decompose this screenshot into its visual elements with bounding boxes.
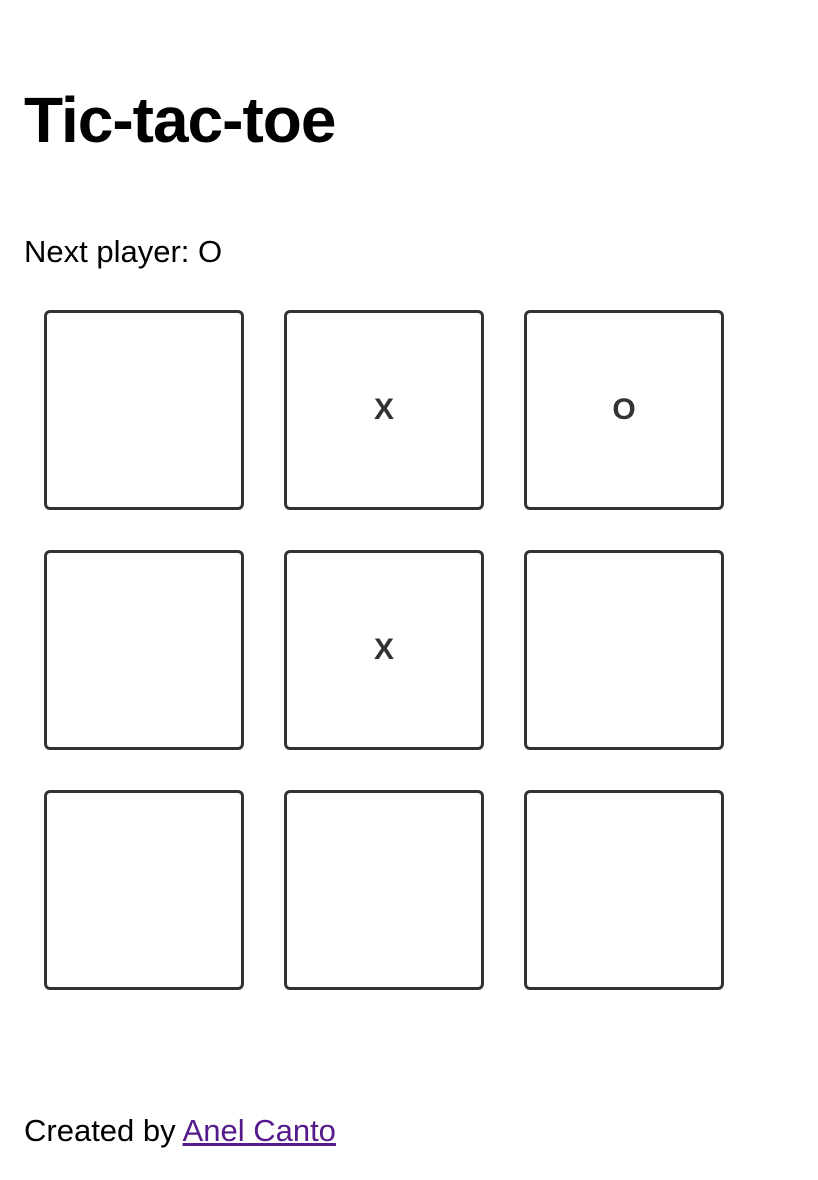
game-board: X O X [44, 310, 724, 990]
board-square-3[interactable]: O [524, 310, 724, 510]
board-square-4[interactable] [44, 550, 244, 750]
board-square-8[interactable] [284, 790, 484, 990]
author-link[interactable]: Anel Canto [183, 1113, 336, 1148]
status-text: Next player: O [24, 234, 223, 269]
board-square-9[interactable] [524, 790, 724, 990]
board-square-7[interactable] [44, 790, 244, 990]
board-square-6[interactable] [524, 550, 724, 750]
board-square-2[interactable]: X [284, 310, 484, 510]
footer-credit: Created by Anel Canto [24, 1112, 336, 1150]
footer-prefix: Created by [24, 1113, 183, 1148]
page-title: Tic-tac-toe [24, 84, 336, 156]
board-square-1[interactable] [44, 310, 244, 510]
board-square-5[interactable]: X [284, 550, 484, 750]
